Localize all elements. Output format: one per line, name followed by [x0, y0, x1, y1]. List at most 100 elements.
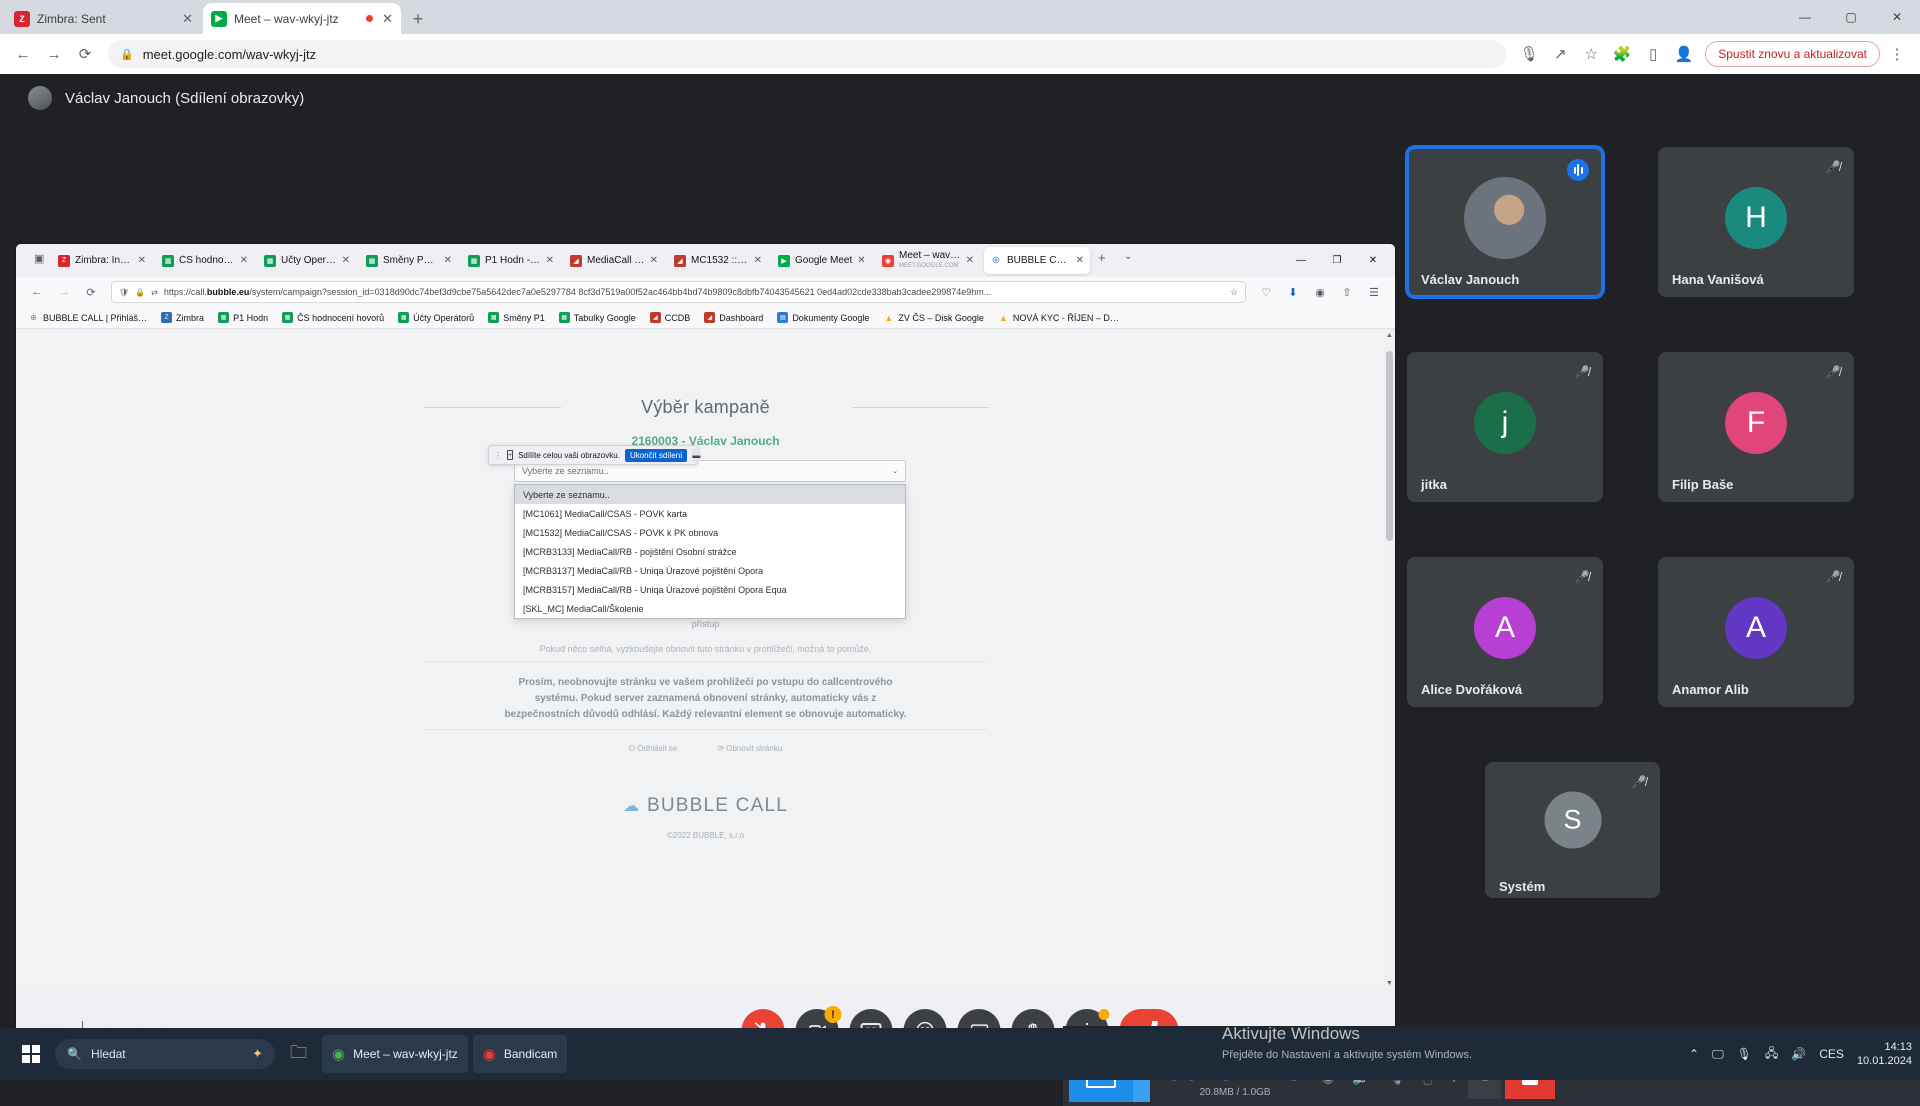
bookmark-item[interactable]: ◢CCDB — [644, 310, 697, 325]
participant-tile-anamor-alib[interactable]: A 🎤̸ Anamor Alib — [1658, 557, 1854, 707]
copilot-icon[interactable]: ✦ — [252, 1046, 263, 1062]
shared-tab-0[interactable]: Z Zimbra: Inbox (97) ✕ — [52, 247, 152, 274]
forward-icon[interactable]: → — [40, 40, 68, 68]
search-input[interactable]: 🔍 Hledat ✦ — [55, 1039, 275, 1069]
windows-start-icon[interactable] — [12, 1035, 50, 1073]
scroll-up-icon[interactable]: ▲ — [1384, 329, 1395, 341]
firefox-address-bar[interactable]: 🛡 🔒 ⇄ https://call.bubble.eu/system/camp… — [111, 281, 1246, 303]
bookmark-star-icon[interactable]: ☆ — [1577, 40, 1605, 68]
close-icon[interactable]: ✕ — [650, 255, 658, 266]
shared-tab-7[interactable]: ▶ Google Meet ✕ — [772, 247, 872, 274]
back-icon[interactable]: ← — [26, 281, 48, 303]
update-button[interactable]: Spustit znovu a aktualizovat — [1705, 41, 1880, 67]
dropdown-option[interactable]: [MC1061] MediaCall/CSAS - POVK karta — [515, 504, 905, 523]
shared-tab-2[interactable]: ▦ Účty Operátorů - T… ✕ — [258, 247, 356, 274]
pocket-icon[interactable]: ♡ — [1255, 281, 1277, 303]
close-icon[interactable]: ✕ — [240, 255, 248, 266]
refresh-link[interactable]: ⟳ Obnovit stránku — [717, 744, 782, 754]
shared-screen-viewport[interactable]: ▣ Z Zimbra: Inbox (97) ✕ ▦ ČS hodnocení … — [16, 122, 1395, 1002]
profile-avatar-icon[interactable]: 👤 — [1670, 40, 1698, 68]
chevron-up-icon[interactable]: ⌃ — [1689, 1047, 1699, 1061]
language-indicator[interactable]: CES — [1819, 1047, 1844, 1061]
participant-tile-alice-dvorakova[interactable]: A 🎤̸ Alice Dvořáková — [1407, 557, 1603, 707]
participant-tile-filip-base[interactable]: F 🎤̸ Filip Baše — [1658, 352, 1854, 502]
close-icon[interactable]: ✕ — [754, 255, 762, 266]
close-button[interactable]: ✕ — [1355, 247, 1391, 274]
campaign-dropdown-list[interactable]: Vyberte ze seznamu.. [MC1061] MediaCall/… — [514, 484, 906, 619]
dropdown-option[interactable]: [MCRB3137] MediaCall/RB - Uniqa Úrazové … — [515, 561, 905, 580]
taskbar-item-chrome-meet[interactable]: ◉ Meet – wav-wkyj-jtz — [322, 1035, 468, 1073]
close-icon[interactable]: ✕ — [546, 255, 554, 266]
close-button[interactable]: ✕ — [1874, 0, 1920, 34]
close-icon[interactable]: ✕ — [138, 255, 146, 266]
close-icon[interactable]: ✕ — [1076, 255, 1084, 266]
maximize-button[interactable]: ❐ — [1319, 247, 1355, 274]
bookmark-item[interactable]: ▦ČS hodnocení hovorů — [276, 310, 390, 325]
mic-icon[interactable]: 🎙 — [1515, 40, 1543, 68]
bookmark-item[interactable]: ZZimbra — [155, 310, 210, 325]
monitor-icon[interactable]: 🖵 — [1712, 1047, 1724, 1062]
minimize-button[interactable]: — — [1283, 247, 1319, 274]
taskbar-item-bandicam[interactable]: ◉ Bandicam — [473, 1035, 567, 1073]
close-icon[interactable]: ✕ — [182, 12, 193, 25]
library-icon[interactable]: ☰ — [1363, 281, 1385, 303]
dropdown-option[interactable]: [SKL_MC] MediaCall/Školenie — [515, 599, 905, 618]
participant-tile-hana-vanisova[interactable]: H 🎤̸ Hana Vanišová — [1658, 147, 1854, 297]
translate-icon[interactable]: ⇄ — [151, 288, 158, 297]
reload-icon[interactable]: ⟳ — [80, 281, 102, 303]
back-icon[interactable]: ← — [9, 40, 37, 68]
bookmark-item[interactable]: ▦Směny P1 — [482, 310, 551, 325]
bookmark-item[interactable]: ▲ZV ČS – Disk Google — [877, 310, 990, 325]
share-icon[interactable]: ↗ — [1546, 40, 1574, 68]
close-icon[interactable]: ✕ — [857, 255, 865, 266]
page-scrollbar[interactable]: ▲ ▼ — [1384, 329, 1395, 989]
logout-link[interactable]: ⏻ Odhlásit se — [629, 744, 678, 754]
shared-tab-5[interactable]: ◢ MediaCall - Inform… ✕ — [564, 247, 664, 274]
shield-icon[interactable]: 🛡 — [119, 288, 129, 297]
maximize-button[interactable]: ▢ — [1828, 0, 1874, 34]
participant-tile-jitka[interactable]: j 🎤̸ jitka — [1407, 352, 1603, 502]
network-icon[interactable]: 🖧 — [1765, 1044, 1778, 1065]
close-icon[interactable]: ✕ — [342, 255, 350, 266]
bookmark-item[interactable]: ▦P1 Hodn — [212, 310, 274, 325]
extensions-puzzle-icon[interactable]: 🧩 — [1608, 40, 1636, 68]
side-panel-icon[interactable]: ▯ — [1639, 40, 1667, 68]
clock[interactable]: 14:13 10.01.2024 — [1857, 1040, 1912, 1068]
download-icon[interactable]: ⬇ — [1282, 281, 1304, 303]
chevron-down-icon[interactable]: ⌄ — [1124, 251, 1132, 262]
browser-tab-zimbra[interactable]: Z Zimbra: Sent ✕ — [6, 3, 201, 34]
bookmark-item[interactable]: ▲NOVÁ KYC - ŘÍJEN – D… — [992, 310, 1125, 325]
share-icon[interactable]: ⇧ — [1336, 281, 1358, 303]
chrome-menu-icon[interactable]: ⋮ — [1883, 40, 1911, 68]
stop-sharing-button[interactable]: Ukončit sdílení — [625, 449, 687, 462]
list-all-tabs-icon[interactable]: ▣ — [34, 252, 44, 265]
minimize-button[interactable]: — — [1782, 0, 1828, 34]
browser-tab-meet[interactable]: ▶ Meet – wav-wkyj-jtz ✕ — [203, 3, 401, 34]
shared-tab-9-active[interactable]: ⊕ BUBBLE CALL | Výb… ✕ — [984, 247, 1090, 274]
shared-tab-4[interactable]: ▦ P1 Hodn - Tabulky ✕ — [462, 247, 560, 274]
participant-tile-vaclav-janouch[interactable]: Václav Janouch — [1407, 147, 1603, 297]
minimize-icon[interactable]: ▬ — [692, 449, 700, 462]
account-icon[interactable]: ◉ — [1309, 281, 1331, 303]
participant-tile-system[interactable]: S 🎤̸ Systém — [1485, 762, 1660, 898]
drag-handle-icon[interactable]: ⋮ — [494, 451, 502, 460]
bookmark-item[interactable]: ◢Dashboard — [698, 310, 769, 325]
address-bar[interactable]: 🔒 meet.google.com/wav-wkyj-jtz — [108, 40, 1506, 68]
shared-tab-3[interactable]: ▦ Směny P1 - Tabulk… ✕ — [360, 247, 458, 274]
shared-tab-8[interactable]: ◉ Meet – wav-wkyj-jtz MEET.GOOGLE.COM ✕ — [876, 247, 980, 274]
bookmark-item[interactable]: ▤Dokumenty Google — [771, 310, 875, 325]
shared-tab-1[interactable]: ▦ ČS hodnocení hov… ✕ — [156, 247, 254, 274]
bookmark-item[interactable]: ▦Tabulky Google — [553, 310, 642, 325]
bookmark-star-icon[interactable]: ☆ — [1230, 287, 1238, 298]
mic-icon[interactable]: 🎙 — [1737, 1047, 1752, 1061]
bookmark-item[interactable]: ▦Účty Operátorů — [392, 310, 480, 325]
bookmark-item[interactable]: ⊕BUBBLE CALL | Přihláš… — [22, 310, 153, 325]
dropdown-option[interactable]: [MC1532] MediaCall/CSAS - POVK k PK obno… — [515, 523, 905, 542]
volume-icon[interactable]: 🔊 — [1791, 1047, 1806, 1061]
close-icon[interactable]: ✕ — [444, 255, 452, 266]
new-tab-button[interactable]: + — [405, 6, 431, 32]
dropdown-option[interactable]: [MCRB3157] MediaCall/RB - Uniqa Úrazové … — [515, 580, 905, 599]
dropdown-option[interactable]: Vyberte ze seznamu.. — [515, 485, 905, 504]
shared-tab-6[interactable]: ◢ MC1532 :: Dashbo… ✕ — [668, 247, 768, 274]
taskbar-item-file-explorer[interactable]: 🗀 — [280, 1035, 317, 1073]
